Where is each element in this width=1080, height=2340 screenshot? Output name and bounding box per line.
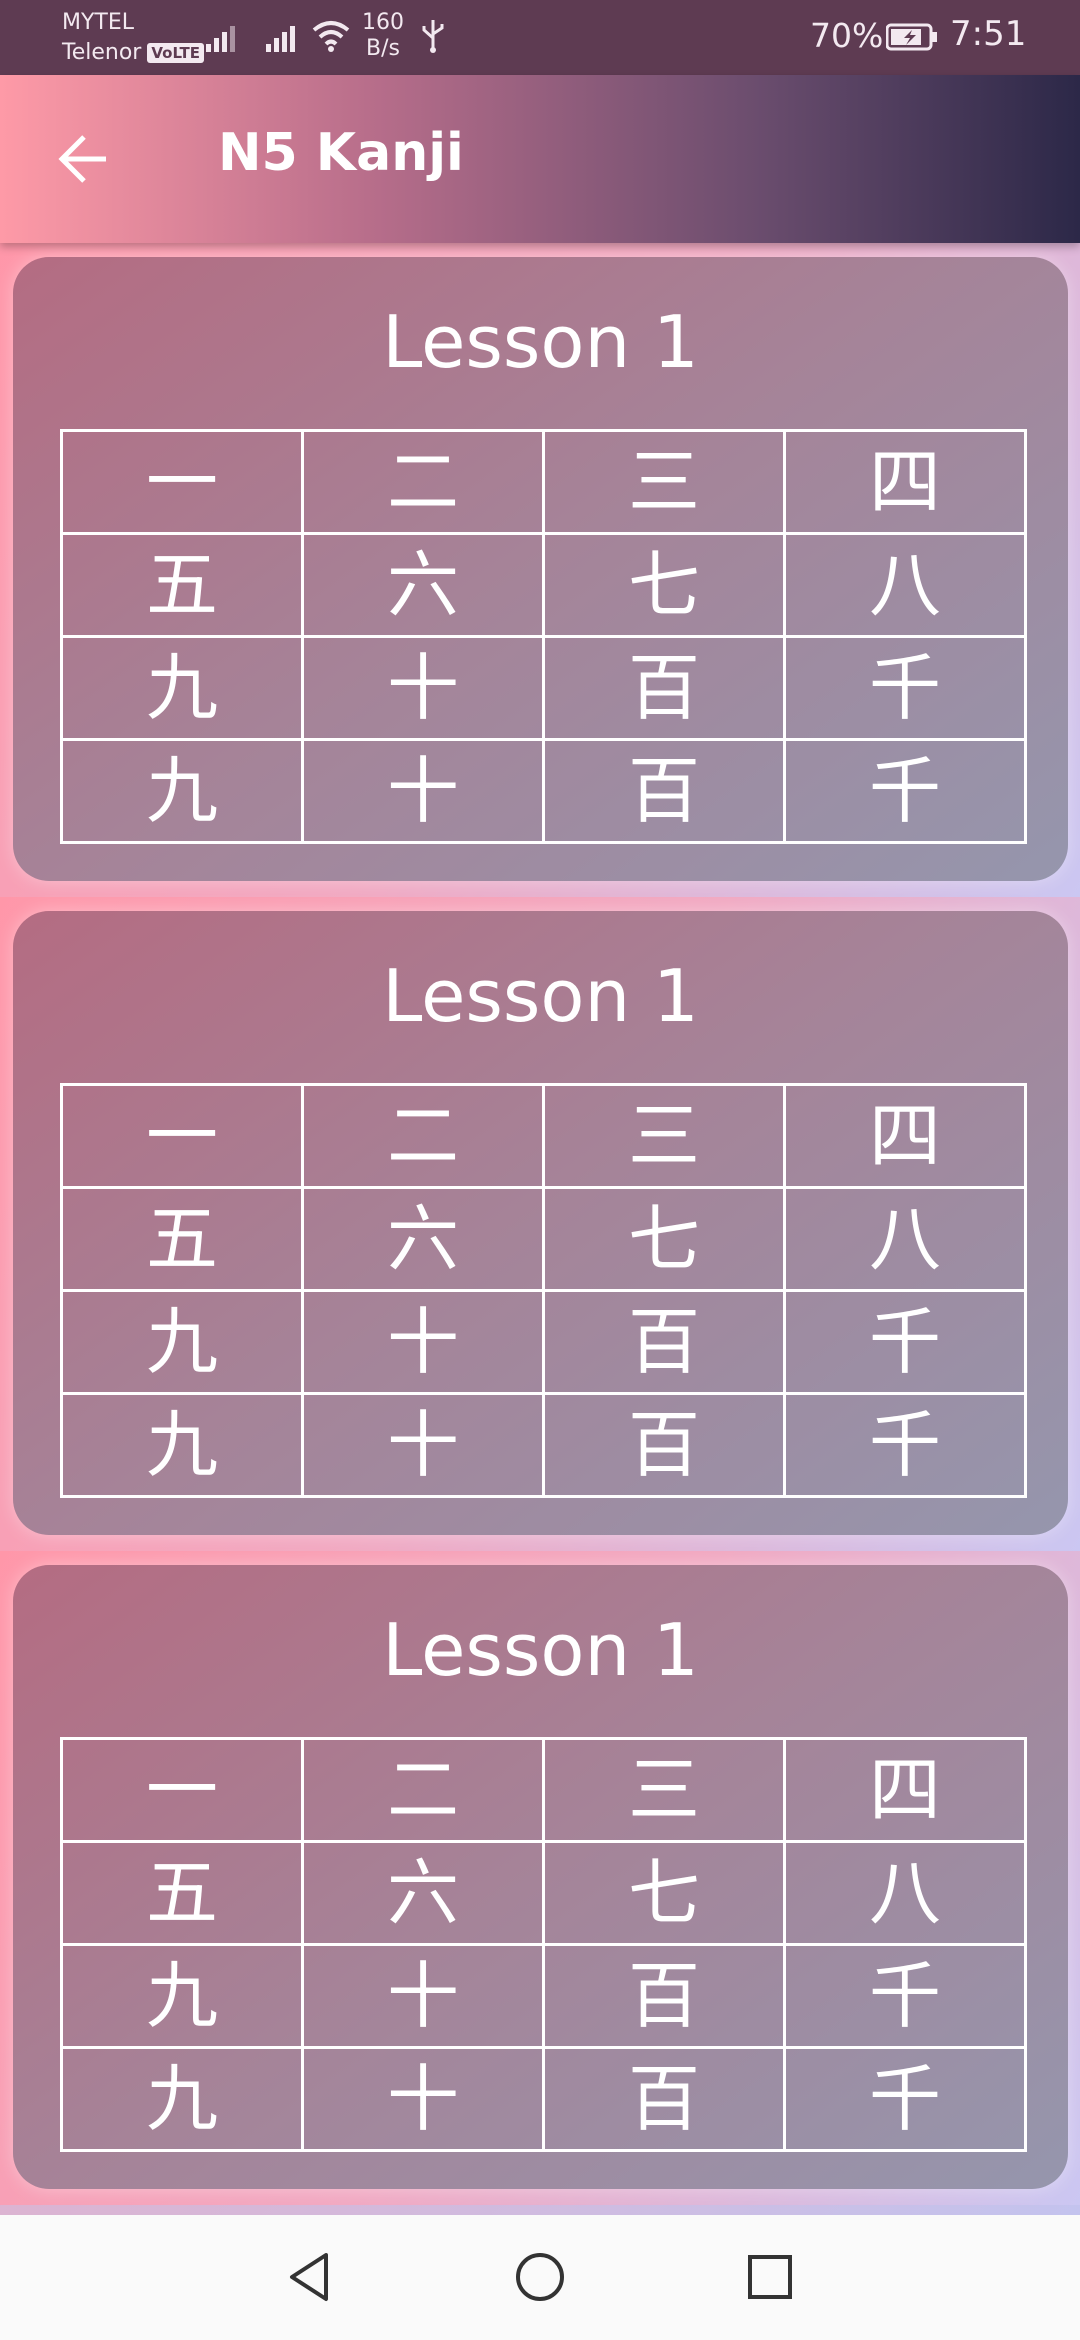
- battery-icon: [886, 23, 937, 51]
- kanji-cell[interactable]: 五: [60, 1840, 304, 1946]
- kanji-cell[interactable]: 百: [542, 1943, 786, 2049]
- kanji-cell[interactable]: 十: [301, 2046, 545, 2152]
- table-row: 五 六 七 八: [60, 1840, 1027, 1946]
- kanji-cell[interactable]: 六: [301, 532, 545, 638]
- table-row: 一 二 三 四: [60, 429, 1027, 535]
- battery-percent: 70%: [810, 16, 884, 55]
- status-bar: MYTEL Telenor VoLTE 160 B/s 70% 7:51: [0, 0, 1080, 75]
- kanji-cell[interactable]: 九: [60, 2046, 304, 2152]
- kanji-cell[interactable]: 四: [783, 1083, 1027, 1189]
- kanji-table: 一 二 三 四 五 六 七 八 九 十 百 千 九 十 百 千: [60, 429, 1027, 844]
- kanji-cell[interactable]: 七: [542, 1840, 786, 1946]
- kanji-table: 一 二 三 四 五 六 七 八 九 十 百 千 九 十 百 千: [60, 1737, 1027, 2152]
- kanji-cell[interactable]: 百: [542, 1289, 786, 1395]
- table-row: 九 十 百 千: [60, 1943, 1027, 2049]
- lesson-card[interactable]: Lesson 1 一 二 三 四 五 六 七 八 九 十 百 千 九 十 百 千: [13, 257, 1068, 881]
- kanji-cell[interactable]: 五: [60, 532, 304, 638]
- table-row: 九 十 百 千: [60, 635, 1027, 741]
- square-recents-icon[interactable]: [740, 2247, 800, 2307]
- kanji-cell[interactable]: 六: [301, 1840, 545, 1946]
- table-row: 五 六 七 八: [60, 1186, 1027, 1292]
- kanji-cell[interactable]: 八: [783, 1186, 1027, 1292]
- kanji-cell[interactable]: 千: [783, 2046, 1027, 2152]
- kanji-cell[interactable]: 十: [301, 1392, 545, 1498]
- kanji-cell[interactable]: 十: [301, 1289, 545, 1395]
- kanji-cell[interactable]: 二: [301, 1737, 545, 1843]
- kanji-cell[interactable]: 十: [301, 1943, 545, 2049]
- kanji-cell[interactable]: 八: [783, 1840, 1027, 1946]
- back-arrow-icon[interactable]: [56, 131, 112, 187]
- table-row: 一 二 三 四: [60, 1737, 1027, 1843]
- carrier-secondary: Telenor: [62, 40, 142, 65]
- signal-icon: [206, 26, 235, 52]
- lesson-list[interactable]: Lesson 1 一 二 三 四 五 六 七 八 九 十 百 千 九 十 百 千…: [0, 243, 1080, 2215]
- lesson-section: Lesson 1 一 二 三 四 五 六 七 八 九 十 百 千 九 十 百 千: [0, 243, 1080, 897]
- kanji-cell[interactable]: 百: [542, 1392, 786, 1498]
- volte-badge: VoLTE: [147, 43, 204, 63]
- signal-icon-2: [266, 26, 295, 52]
- kanji-cell[interactable]: 百: [542, 2046, 786, 2152]
- kanji-cell[interactable]: 百: [542, 635, 786, 741]
- net-speed-unit: B/s: [366, 36, 400, 61]
- system-nav-bar: [0, 2215, 1080, 2340]
- lesson-section: Lesson 1 一 二 三 四 五 六 七 八 九 十 百 千 九 十 百 千: [0, 1551, 1080, 2205]
- kanji-cell[interactable]: 千: [783, 738, 1027, 844]
- carrier-info: MYTEL Telenor VoLTE: [62, 8, 204, 68]
- wifi-icon: [312, 21, 350, 52]
- table-row: 九 十 百 千: [60, 1392, 1027, 1498]
- app-bar: N5 Kanji: [0, 75, 1080, 243]
- clock: 7:51: [950, 14, 1027, 54]
- table-row: 九 十 百 千: [60, 738, 1027, 844]
- lesson-title: Lesson 1: [382, 1608, 699, 1692]
- kanji-cell[interactable]: 七: [542, 532, 786, 638]
- kanji-cell[interactable]: 九: [60, 1943, 304, 2049]
- table-row: 九 十 百 千: [60, 1289, 1027, 1395]
- kanji-cell[interactable]: 九: [60, 1289, 304, 1395]
- net-speed-value: 160: [362, 10, 404, 35]
- kanji-cell[interactable]: 四: [783, 1737, 1027, 1843]
- kanji-cell[interactable]: 千: [783, 1392, 1027, 1498]
- kanji-cell[interactable]: 九: [60, 635, 304, 741]
- kanji-cell[interactable]: 一: [60, 429, 304, 535]
- table-row: 五 六 七 八: [60, 532, 1027, 638]
- circle-home-icon[interactable]: [510, 2247, 570, 2307]
- kanji-cell[interactable]: 八: [783, 532, 1027, 638]
- kanji-cell[interactable]: 三: [542, 1083, 786, 1189]
- lesson-section: Lesson 1 一 二 三 四 五 六 七 八 九 十 百 千 九 十 百 千: [0, 897, 1080, 1551]
- triangle-back-icon[interactable]: [280, 2247, 340, 2307]
- kanji-cell[interactable]: 百: [542, 738, 786, 844]
- table-row: 一 二 三 四: [60, 1083, 1027, 1189]
- usb-icon: [422, 20, 444, 53]
- kanji-cell[interactable]: 十: [301, 738, 545, 844]
- kanji-cell[interactable]: 二: [301, 1083, 545, 1189]
- kanji-cell[interactable]: 六: [301, 1186, 545, 1292]
- carrier-primary: MYTEL: [62, 10, 135, 35]
- kanji-cell[interactable]: 一: [60, 1737, 304, 1843]
- page-title: N5 Kanji: [218, 123, 464, 183]
- kanji-cell[interactable]: 七: [542, 1186, 786, 1292]
- kanji-cell[interactable]: 九: [60, 738, 304, 844]
- kanji-cell[interactable]: 千: [783, 1943, 1027, 2049]
- kanji-cell[interactable]: 二: [301, 429, 545, 535]
- lesson-title: Lesson 1: [382, 954, 699, 1038]
- kanji-cell[interactable]: 五: [60, 1186, 304, 1292]
- table-row: 九 十 百 千: [60, 2046, 1027, 2152]
- kanji-cell[interactable]: 千: [783, 635, 1027, 741]
- kanji-cell[interactable]: 九: [60, 1392, 304, 1498]
- kanji-cell[interactable]: 十: [301, 635, 545, 741]
- kanji-table: 一 二 三 四 五 六 七 八 九 十 百 千 九 十 百 千: [60, 1083, 1027, 1498]
- net-speed: 160 B/s: [362, 10, 404, 62]
- kanji-cell[interactable]: 一: [60, 1083, 304, 1189]
- lesson-card[interactable]: Lesson 1 一 二 三 四 五 六 七 八 九 十 百 千 九 十 百 千: [13, 1565, 1068, 2189]
- kanji-cell[interactable]: 三: [542, 1737, 786, 1843]
- kanji-cell[interactable]: 四: [783, 429, 1027, 535]
- kanji-cell[interactable]: 三: [542, 429, 786, 535]
- lesson-card[interactable]: Lesson 1 一 二 三 四 五 六 七 八 九 十 百 千 九 十 百 千: [13, 911, 1068, 1535]
- lesson-title: Lesson 1: [382, 300, 699, 384]
- kanji-cell[interactable]: 千: [783, 1289, 1027, 1395]
